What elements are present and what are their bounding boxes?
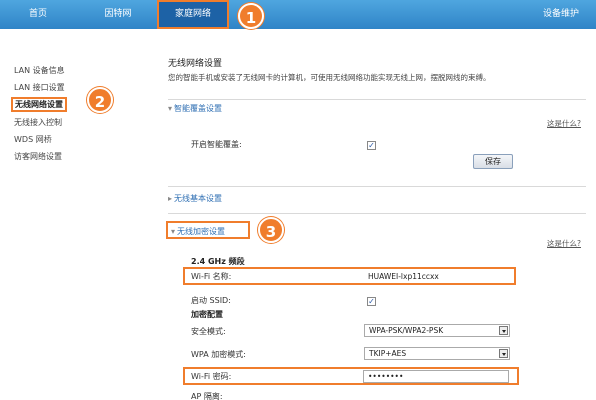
step-marker-3: 3 — [258, 217, 284, 243]
ap-isolation-label: AP 隔离: — [191, 392, 223, 400]
collapse-arrow-icon: ▾ — [168, 104, 173, 113]
chevron-down-icon — [499, 349, 508, 358]
smart-coverage-enable-label: 开启智能覆盖: — [191, 140, 242, 149]
wpa-mode-select[interactable]: TKIP+AES — [364, 347, 510, 360]
tab-home-network[interactable]: 家庭网络 — [157, 0, 229, 29]
tab-device-maintenance[interactable]: 设备维护 — [532, 0, 590, 29]
page-description: 您的智能手机或安装了无线网卡的计算机，可使用无线网络功能实现无线上网，摆脱网线的… — [168, 73, 491, 82]
sidebar-item-wireless-access-control[interactable]: 无线接入控制 — [14, 117, 62, 128]
step-marker-1: 1 — [238, 3, 264, 29]
security-mode-select[interactable]: WPA-PSK/WPA2-PSK — [364, 324, 510, 337]
ssid-label: 启动 SSID: — [191, 296, 231, 305]
wireless-encryption-section-header[interactable]: ▾ 无线加密设置 — [171, 226, 225, 237]
collapse-arrow-icon: ▾ — [171, 227, 176, 236]
encryption-config-label: 加密配置 — [191, 310, 223, 319]
page-title: 无线网络设置 — [168, 59, 223, 69]
band-label: 2.4 GHz 频段 — [191, 257, 245, 266]
wireless-basic-section-header[interactable]: ▸ 无线基本设置 — [168, 193, 222, 204]
smart-coverage-heading: 智能覆盖设置 — [174, 104, 223, 113]
sidebar-item-lan-interface[interactable]: LAN 接口设置 — [14, 82, 65, 93]
expand-arrow-icon: ▸ — [168, 194, 173, 203]
wpa-mode-value: TKIP+AES — [369, 349, 407, 358]
ssid-checkbox[interactable]: ✓ — [367, 297, 376, 306]
section-divider — [168, 99, 586, 100]
security-mode-value: WPA-PSK/WPA2-PSK — [369, 326, 444, 335]
sidebar-item-wds-bridge[interactable]: WDS 网桥 — [14, 134, 52, 145]
wireless-basic-heading: 无线基本设置 — [174, 194, 223, 203]
wifi-password-label: Wi-Fi 密码: — [191, 372, 232, 381]
tab-internet[interactable]: 因特网 — [88, 0, 148, 29]
step-marker-2: 2 — [87, 87, 113, 113]
wpa-mode-label: WPA 加密模式: — [191, 350, 246, 359]
encryption-help-link[interactable]: 这是什么? — [547, 238, 581, 249]
sidebar: LAN 设备信息 LAN 接口设置 无线网络设置 无线接入控制 WDS 网桥 访… — [0, 29, 150, 400]
sidebar-item-guest-network[interactable]: 访客网络设置 — [14, 151, 62, 162]
chevron-down-icon — [499, 326, 508, 335]
main-content: 无线网络设置 您的智能手机或安装了无线网卡的计算机，可使用无线网络功能实现无线上… — [163, 29, 591, 400]
sidebar-item-wireless-settings[interactable]: 无线网络设置 — [11, 97, 67, 112]
wifi-password-input[interactable]: •••••••• — [363, 370, 509, 383]
top-nav: 首页 因特网 家庭网络 设备维护 — [0, 0, 596, 29]
wifi-name-input[interactable]: HUAWEI-lxp11ccxx — [363, 270, 503, 283]
save-button[interactable]: 保存 — [473, 154, 513, 169]
sidebar-item-lan-device-info[interactable]: LAN 设备信息 — [14, 65, 65, 76]
smart-coverage-section-header[interactable]: ▾ 智能覆盖设置 — [168, 103, 222, 114]
smart-coverage-help-link[interactable]: 这是什么? — [547, 118, 581, 129]
smart-coverage-checkbox[interactable]: ✓ — [367, 141, 376, 150]
tab-home[interactable]: 首页 — [8, 0, 68, 29]
security-mode-label: 安全模式: — [191, 327, 226, 336]
wireless-encryption-heading: 无线加密设置 — [177, 227, 226, 236]
section-divider — [168, 213, 586, 214]
wifi-name-label: Wi-Fi 名称: — [191, 272, 232, 281]
section-divider — [168, 186, 586, 187]
